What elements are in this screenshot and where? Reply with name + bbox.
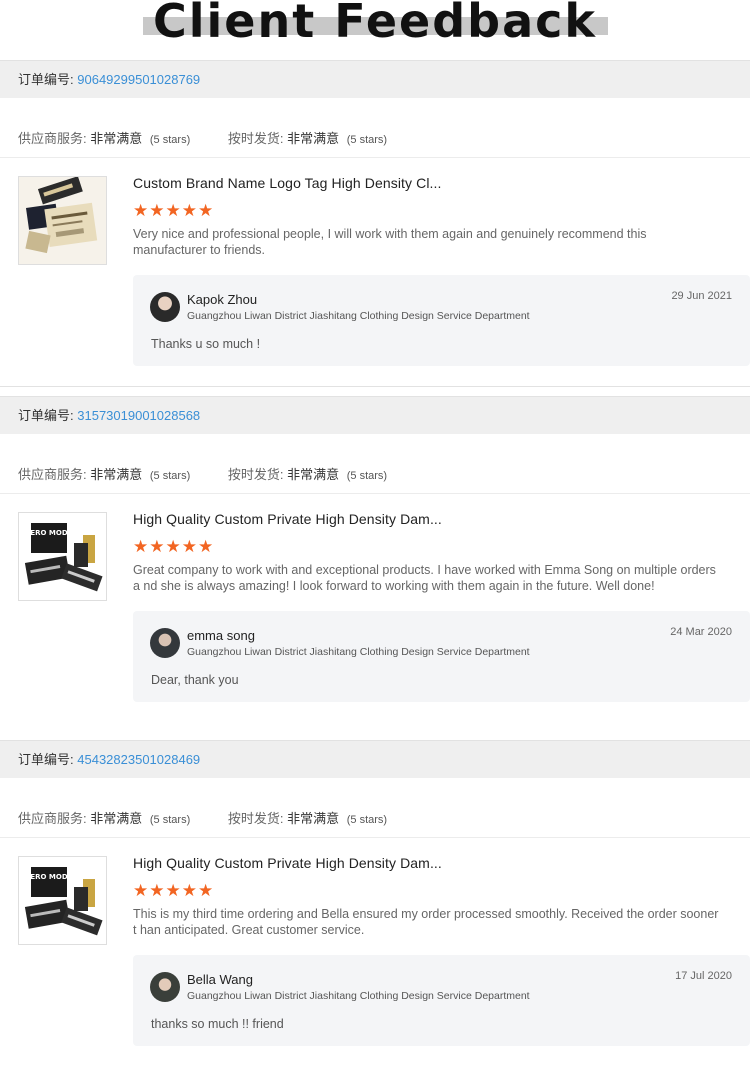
order-bar: 订单编号: 90649299501028769 [0, 60, 750, 98]
thumb-brand-text: VERO MODA [25, 529, 74, 537]
star-rating: ★★★★★ [133, 537, 215, 556]
product-review: VERO MODA High Quality Custom Private Hi… [0, 838, 750, 1064]
order-bar: 订单编号: 31573019001028568 [0, 396, 750, 434]
reply-company: Guangzhou Liwan District Jiashitang Clot… [187, 310, 530, 322]
reply-date: 24 Mar 2020 [670, 626, 732, 638]
review-card: 订单编号: 45432823501028469 供应商服务: 非常满意 (5 s… [0, 740, 750, 1064]
product-review: VERO MODA High Quality Custom Private Hi… [0, 494, 750, 720]
reply-date: 17 Jul 2020 [675, 970, 732, 982]
review-card: 订单编号: 90649299501028769 供应商服务: 非常满意 (5 s… [0, 60, 750, 384]
reply-company: Guangzhou Liwan District Jiashitang Clot… [187, 646, 530, 658]
shipping-rating: 按时发货: 非常满意 (5 stars) [227, 131, 388, 146]
ratings-row: 供应商服务: 非常满意 (5 stars) 按时发货: 非常满意 (5 star… [0, 98, 750, 158]
page-header: Client Feedback [0, 0, 750, 48]
product-thumbnail[interactable] [18, 176, 107, 265]
product-title-link[interactable]: Custom Brand Name Logo Tag High Density … [133, 175, 442, 191]
reply-author-name: emma song [187, 628, 255, 643]
page-title: Client Feedback [153, 0, 597, 48]
supplier-reply: Kapok Zhou Guangzhou Liwan District Jias… [133, 275, 750, 366]
avatar [150, 628, 180, 658]
avatar [150, 972, 180, 1002]
order-label: 订单编号: [18, 752, 74, 767]
order-number-link[interactable]: 45432823501028469 [77, 752, 200, 767]
ratings-row: 供应商服务: 非常满意 (5 stars) 按时发货: 非常满意 (5 star… [0, 778, 750, 838]
reply-date: 29 Jun 2021 [671, 290, 732, 302]
divider [0, 386, 750, 387]
reply-text: Dear, thank you [151, 673, 239, 687]
review-comment: Very nice and professional people, I wil… [133, 227, 647, 257]
star-rating: ★★★★★ [133, 881, 215, 900]
reply-company: Guangzhou Liwan District Jiashitang Clot… [187, 990, 530, 1002]
product-review: Custom Brand Name Logo Tag High Density … [0, 158, 750, 384]
reply-text: thanks so much !! friend [151, 1017, 284, 1031]
order-label: 订单编号: [18, 408, 74, 423]
supplier-reply: Bella Wang Guangzhou Liwan District Jias… [133, 955, 750, 1046]
supplier-reply: emma song Guangzhou Liwan District Jiash… [133, 611, 750, 702]
product-thumbnail[interactable]: VERO MODA [18, 512, 107, 601]
order-bar: 订单编号: 45432823501028469 [0, 740, 750, 778]
ratings-row: 供应商服务: 非常满意 (5 stars) 按时发货: 非常满意 (5 star… [0, 434, 750, 494]
reply-author-name: Kapok Zhou [187, 292, 258, 307]
review-comment: Great company to work with and exception… [133, 563, 716, 593]
thumb-brand-text: VERO MODA [25, 873, 74, 881]
review-card: 订单编号: 31573019001028568 供应商服务: 非常满意 (5 s… [0, 396, 750, 720]
supplier-service-rating: 供应商服务: 非常满意 (5 stars) [18, 467, 191, 482]
review-comment: This is my third time ordering and Bella… [133, 907, 719, 937]
star-rating: ★★★★★ [133, 201, 215, 220]
order-number-link[interactable]: 90649299501028769 [77, 72, 200, 87]
reply-text: Thanks u so much ! [151, 337, 261, 351]
product-title-link[interactable]: High Quality Custom Private High Density… [133, 511, 442, 527]
supplier-service-rating: 供应商服务: 非常满意 (5 stars) [18, 811, 191, 826]
avatar [150, 292, 180, 322]
order-label: 订单编号: [18, 72, 74, 87]
product-title-link[interactable]: High Quality Custom Private High Density… [133, 855, 442, 871]
shipping-rating: 按时发货: 非常满意 (5 stars) [227, 811, 388, 826]
reply-author-name: Bella Wang [187, 972, 253, 987]
shipping-rating: 按时发货: 非常满意 (5 stars) [227, 467, 388, 482]
order-number-link[interactable]: 31573019001028568 [77, 408, 200, 423]
product-thumbnail[interactable]: VERO MODA [18, 856, 107, 945]
supplier-service-rating: 供应商服务: 非常满意 (5 stars) [18, 131, 191, 146]
